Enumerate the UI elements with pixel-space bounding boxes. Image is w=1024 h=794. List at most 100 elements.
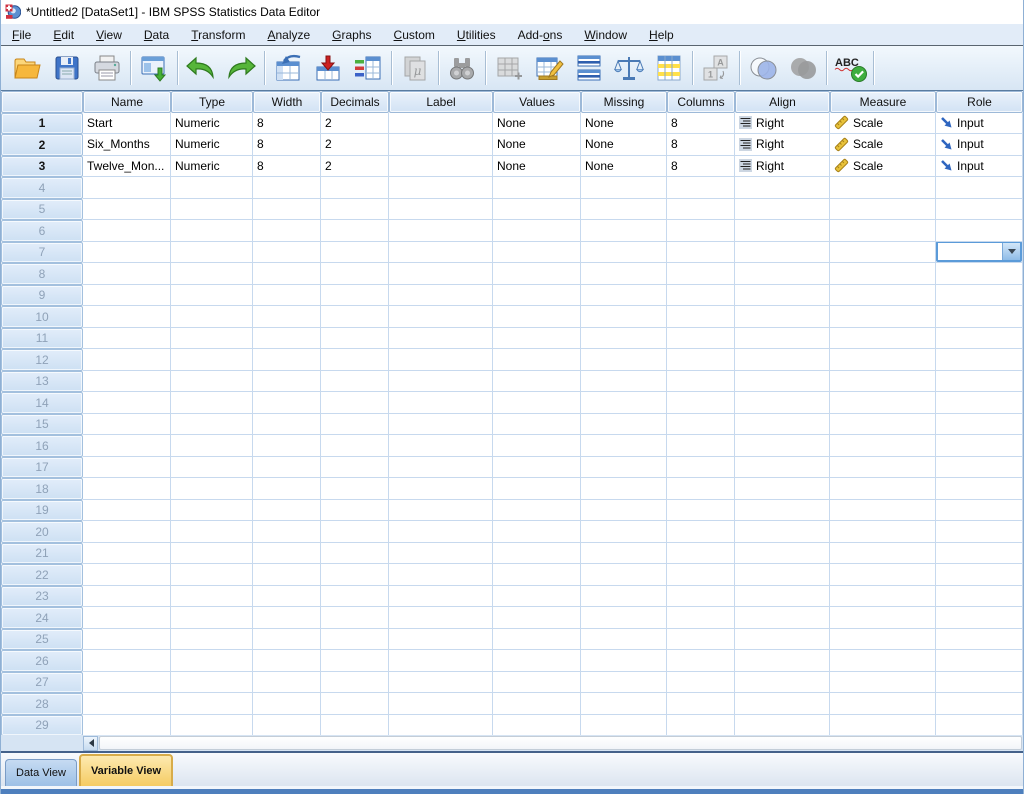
cell-type-row10[interactable] bbox=[171, 306, 253, 328]
cell-name-row12[interactable] bbox=[83, 349, 171, 371]
cell-measure-row21[interactable] bbox=[830, 543, 936, 565]
cell-label-row17[interactable] bbox=[389, 457, 493, 479]
cell-label-row29[interactable] bbox=[389, 715, 493, 737]
row-header-14[interactable]: 14 bbox=[1, 392, 83, 414]
cell-values-row19[interactable] bbox=[493, 500, 581, 522]
cell-label-row14[interactable] bbox=[389, 392, 493, 414]
cell-align-row20[interactable] bbox=[735, 521, 830, 543]
redo-button[interactable] bbox=[221, 48, 261, 88]
cell-align-row18[interactable] bbox=[735, 478, 830, 500]
cell-role-row15[interactable] bbox=[936, 414, 1023, 436]
cell-width-row19[interactable] bbox=[253, 500, 321, 522]
cell-values-row22[interactable] bbox=[493, 564, 581, 586]
cell-role-row6[interactable] bbox=[936, 220, 1023, 242]
cell-width-row7[interactable] bbox=[253, 242, 321, 264]
cell-role-row28[interactable] bbox=[936, 693, 1023, 715]
cell-measure-row19[interactable] bbox=[830, 500, 936, 522]
cell-name-row8[interactable] bbox=[83, 263, 171, 285]
row-header-16[interactable]: 16 bbox=[1, 435, 83, 457]
cell-decimals-row19[interactable] bbox=[321, 500, 389, 522]
cell-width-row18[interactable] bbox=[253, 478, 321, 500]
cell-role-row22[interactable] bbox=[936, 564, 1023, 586]
cell-type-row7[interactable] bbox=[171, 242, 253, 264]
row-header-17[interactable]: 17 bbox=[1, 457, 83, 479]
cell-align-row19[interactable] bbox=[735, 500, 830, 522]
cell-decimals-row16[interactable] bbox=[321, 435, 389, 457]
cell-decimals-row6[interactable] bbox=[321, 220, 389, 242]
row-header-18[interactable]: 18 bbox=[1, 478, 83, 500]
cell-measure-row26[interactable] bbox=[830, 650, 936, 672]
cell-width-row24[interactable] bbox=[253, 607, 321, 629]
scrollbar-thumb[interactable] bbox=[99, 736, 1022, 750]
cell-type-row16[interactable] bbox=[171, 435, 253, 457]
cell-width-row4[interactable] bbox=[253, 177, 321, 199]
cell-decimals-row12[interactable] bbox=[321, 349, 389, 371]
cell-role-row16[interactable] bbox=[936, 435, 1023, 457]
cell-measure-row11[interactable] bbox=[830, 328, 936, 350]
descriptives-button[interactable]: μ bbox=[395, 48, 435, 88]
cell-measure-row6[interactable] bbox=[830, 220, 936, 242]
cell-decimals-row21[interactable] bbox=[321, 543, 389, 565]
cell-missing-row22[interactable] bbox=[581, 564, 667, 586]
scroll-left-button[interactable] bbox=[83, 736, 98, 751]
cell-type-row12[interactable] bbox=[171, 349, 253, 371]
recall-dialogs-button[interactable] bbox=[134, 48, 174, 88]
cell-decimals-row7[interactable] bbox=[321, 242, 389, 264]
split-file-button[interactable] bbox=[569, 48, 609, 88]
cell-align-row10[interactable] bbox=[735, 306, 830, 328]
cell-decimals-row13[interactable] bbox=[321, 371, 389, 393]
cell-values-row14[interactable] bbox=[493, 392, 581, 414]
cell-align-row21[interactable] bbox=[735, 543, 830, 565]
cell-name-row2[interactable]: Six_Months bbox=[83, 134, 171, 156]
cell-values-row3[interactable]: None bbox=[493, 156, 581, 178]
cell-width-row17[interactable] bbox=[253, 457, 321, 479]
cell-label-row15[interactable] bbox=[389, 414, 493, 436]
cell-role-row1[interactable]: Input bbox=[936, 113, 1023, 135]
cell-role-row29[interactable] bbox=[936, 715, 1023, 737]
cell-type-row25[interactable] bbox=[171, 629, 253, 651]
cell-label-row28[interactable] bbox=[389, 693, 493, 715]
cell-type-row20[interactable] bbox=[171, 521, 253, 543]
cell-label-row5[interactable] bbox=[389, 199, 493, 221]
cell-name-row14[interactable] bbox=[83, 392, 171, 414]
cell-columns-row7[interactable] bbox=[667, 242, 735, 264]
menu-window[interactable]: Window bbox=[573, 26, 638, 44]
cell-columns-row2[interactable]: 8 bbox=[667, 134, 735, 156]
cell-label-row21[interactable] bbox=[389, 543, 493, 565]
cell-name-row3[interactable]: Twelve_Mon... bbox=[83, 156, 171, 178]
value-labels-button[interactable]: A1 bbox=[696, 48, 736, 88]
cell-values-row26[interactable] bbox=[493, 650, 581, 672]
cell-width-row15[interactable] bbox=[253, 414, 321, 436]
cell-measure-row25[interactable] bbox=[830, 629, 936, 651]
row-header-19[interactable]: 19 bbox=[1, 500, 83, 522]
cell-columns-row14[interactable] bbox=[667, 392, 735, 414]
variable-sets-button[interactable] bbox=[743, 48, 783, 88]
cell-decimals-row10[interactable] bbox=[321, 306, 389, 328]
cell-decimals-row27[interactable] bbox=[321, 672, 389, 694]
menu-add-ons[interactable]: Add-ons bbox=[507, 26, 574, 44]
column-header-type[interactable]: Type bbox=[171, 91, 253, 113]
cell-values-row4[interactable] bbox=[493, 177, 581, 199]
cell-align-row17[interactable] bbox=[735, 457, 830, 479]
row-header-26[interactable]: 26 bbox=[1, 650, 83, 672]
cell-measure-row24[interactable] bbox=[830, 607, 936, 629]
cell-values-row17[interactable] bbox=[493, 457, 581, 479]
cell-width-row26[interactable] bbox=[253, 650, 321, 672]
cell-missing-row19[interactable] bbox=[581, 500, 667, 522]
role-combobox[interactable] bbox=[936, 242, 1022, 263]
cell-measure-row28[interactable] bbox=[830, 693, 936, 715]
open-folder-button[interactable] bbox=[7, 48, 47, 88]
cell-measure-row15[interactable] bbox=[830, 414, 936, 436]
cell-label-row10[interactable] bbox=[389, 306, 493, 328]
spell-check-button[interactable]: ABC bbox=[830, 48, 870, 88]
cell-type-row8[interactable] bbox=[171, 263, 253, 285]
cell-name-row27[interactable] bbox=[83, 672, 171, 694]
cell-missing-row26[interactable] bbox=[581, 650, 667, 672]
cell-width-row5[interactable] bbox=[253, 199, 321, 221]
tab-data-view[interactable]: Data View bbox=[5, 759, 77, 786]
cell-columns-row4[interactable] bbox=[667, 177, 735, 199]
cell-decimals-row25[interactable] bbox=[321, 629, 389, 651]
cell-decimals-row28[interactable] bbox=[321, 693, 389, 715]
cell-align-row27[interactable] bbox=[735, 672, 830, 694]
scrollbar-track[interactable] bbox=[98, 736, 1023, 751]
